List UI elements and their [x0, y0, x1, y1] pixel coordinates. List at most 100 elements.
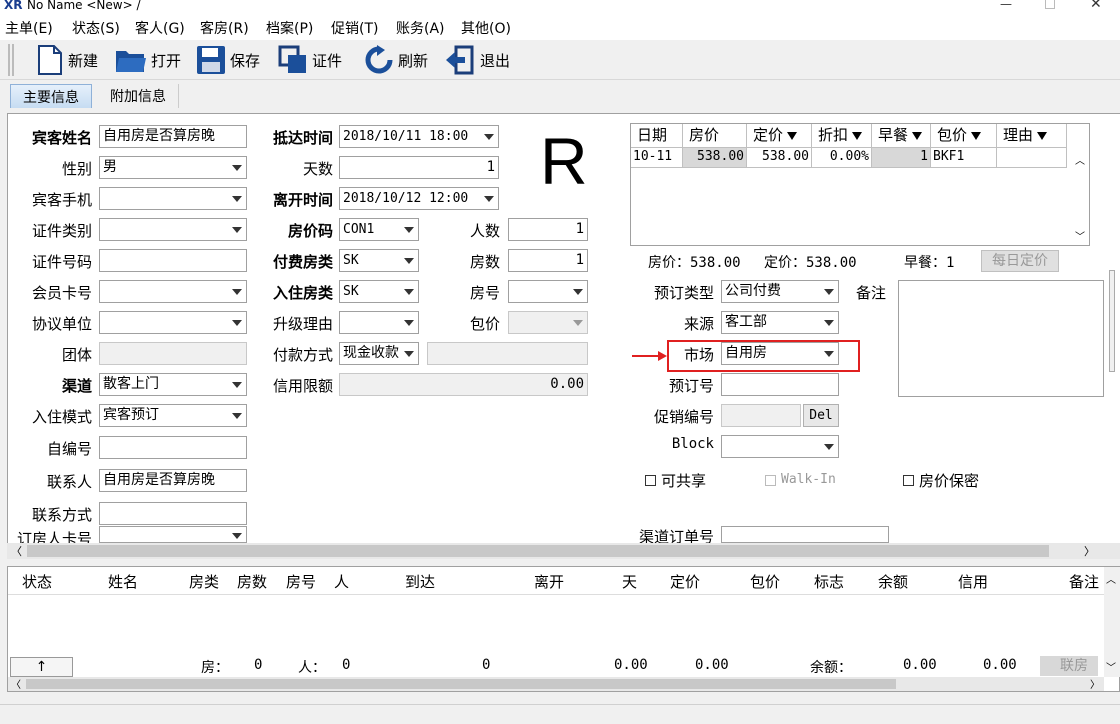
col-credit[interactable]: 信用: [958, 571, 988, 592]
days-input[interactable]: 1: [339, 156, 499, 179]
col-status[interactable]: 状态: [22, 571, 52, 592]
scroll-up-icon[interactable]: ︿: [1106, 571, 1116, 586]
scroll-thumb[interactable]: [26, 679, 896, 689]
grid-cell-discount[interactable]: 0.00%: [812, 148, 872, 168]
grid-header-discount[interactable]: 折扣: [812, 124, 872, 148]
departure-select[interactable]: 2018/10/12 12:00: [339, 187, 499, 210]
refresh-button[interactable]: 刷新: [364, 44, 428, 76]
upgrade-reason-select[interactable]: [339, 311, 419, 334]
rate-code-select[interactable]: CON1: [339, 218, 419, 241]
source-select[interactable]: 客工部: [721, 311, 839, 334]
scroll-thumb[interactable]: [27, 545, 1049, 557]
grid-cell-fixed-rate[interactable]: 538.00: [747, 148, 812, 168]
scroll-left-icon[interactable]: 〈: [11, 543, 22, 559]
contact-input[interactable]: 自用房是否算房晚: [99, 469, 247, 492]
daily-rate-button[interactable]: 每日定价: [981, 250, 1059, 272]
exit-button[interactable]: 退出: [444, 44, 510, 76]
booking-type-select[interactable]: 公司付费: [721, 280, 839, 303]
scroll-top-button[interactable]: ↑: [10, 657, 73, 677]
grid-cell-breakfast[interactable]: 1: [872, 148, 931, 168]
grid-cell-reason[interactable]: [997, 148, 1067, 168]
grid-header-rate[interactable]: 房价: [683, 124, 747, 148]
vertical-scroll-thumb[interactable]: [1109, 270, 1115, 372]
tab-extra-info[interactable]: 附加信息: [98, 84, 179, 108]
mobile-select[interactable]: [99, 187, 247, 210]
grid-header-fixed-rate[interactable]: 定价: [747, 124, 812, 148]
pay-room-type-select[interactable]: SK: [339, 249, 419, 272]
link-rooms-button[interactable]: 联房: [1040, 656, 1098, 676]
scroll-right-icon[interactable]: 〉: [1090, 676, 1100, 691]
booking-number-input[interactable]: [721, 373, 839, 396]
grid-scrollbar[interactable]: ︿ ﹀: [1071, 148, 1089, 245]
col-departure[interactable]: 离开: [534, 571, 564, 592]
menu-main[interactable]: 主单(E): [5, 18, 53, 38]
contact-method-input[interactable]: [99, 502, 247, 525]
menu-guest[interactable]: 客人(G): [135, 18, 185, 38]
col-room-count[interactable]: 房数: [237, 571, 267, 592]
checkin-mode-select[interactable]: 宾客预订: [99, 404, 247, 427]
grid-cell-date[interactable]: 10-11: [631, 148, 683, 168]
grid-header-package[interactable]: 包价: [931, 124, 997, 148]
form-horizontal-scrollbar[interactable]: 〈 〉: [7, 543, 1120, 559]
scroll-right-icon[interactable]: 〉: [1084, 543, 1095, 559]
col-flag[interactable]: 标志: [814, 571, 844, 592]
col-remark[interactable]: 备注: [1069, 571, 1099, 592]
rooms-input[interactable]: 1: [508, 249, 588, 272]
pay-method-select[interactable]: 现金收款: [339, 342, 419, 365]
scroll-down-icon[interactable]: ﹀: [1075, 228, 1085, 243]
delete-promo-button[interactable]: Del: [803, 404, 839, 427]
close-icon[interactable]: ✕: [1090, 0, 1102, 12]
grid-header-date[interactable]: 日期: [631, 124, 683, 148]
guest-name-input[interactable]: 自用房是否算房晚: [99, 125, 247, 148]
col-days[interactable]: 天: [622, 571, 637, 592]
menu-archive[interactable]: 档案(P): [266, 18, 313, 38]
menu-status[interactable]: 状态(S): [72, 18, 120, 38]
gender-select[interactable]: 男: [99, 156, 247, 179]
channel-select[interactable]: 散客上门: [99, 373, 247, 396]
certificate-button[interactable]: 证件: [278, 44, 342, 76]
booker-card-select[interactable]: [99, 526, 247, 543]
scroll-up-icon[interactable]: ︿: [1075, 152, 1085, 167]
col-room-type[interactable]: 房类: [189, 571, 219, 592]
col-arrival[interactable]: 到达: [405, 571, 435, 592]
market-select[interactable]: 自用房: [721, 342, 839, 365]
open-button[interactable]: 打开: [115, 44, 181, 76]
channel-order-input[interactable]: [721, 526, 889, 543]
scroll-down-icon[interactable]: ﹀: [1106, 659, 1116, 674]
col-room-number[interactable]: 房号: [286, 571, 316, 592]
list-vertical-scrollbar[interactable]: ︿ ﹀: [1104, 567, 1120, 677]
grid-header-reason[interactable]: 理由: [997, 124, 1067, 148]
maximize-icon[interactable]: [1045, 0, 1055, 9]
menu-other[interactable]: 其他(O): [461, 18, 511, 38]
agreement-select[interactable]: [99, 311, 247, 334]
menu-accounts[interactable]: 账务(A): [396, 18, 445, 38]
shareable-checkbox[interactable]: [645, 475, 656, 486]
block-select[interactable]: [721, 435, 839, 458]
menu-room[interactable]: 客房(R): [200, 18, 249, 38]
grid-cell-rate[interactable]: 538.00: [683, 148, 747, 168]
member-card-select[interactable]: [99, 280, 247, 303]
remark-textarea[interactable]: [898, 280, 1104, 397]
id-type-select[interactable]: [99, 218, 247, 241]
col-name[interactable]: 姓名: [108, 571, 138, 592]
room-type-select[interactable]: SK: [339, 280, 419, 303]
persons-input[interactable]: 1: [508, 218, 588, 241]
scroll-left-icon[interactable]: 〈: [11, 676, 21, 691]
col-fixed-rate[interactable]: 定价: [670, 571, 700, 592]
self-number-input[interactable]: [99, 436, 247, 459]
save-button[interactable]: 保存: [196, 44, 260, 76]
col-balance[interactable]: 余额: [878, 571, 908, 592]
grid-cell-package[interactable]: BKF1: [931, 148, 997, 168]
col-persons[interactable]: 人: [334, 571, 349, 592]
rate-secret-checkbox[interactable]: [903, 475, 914, 486]
new-button[interactable]: 新建: [36, 44, 98, 76]
col-package[interactable]: 包价: [750, 571, 780, 592]
grid-header-breakfast[interactable]: 早餐: [872, 124, 931, 148]
list-horizontal-scrollbar[interactable]: 〈 〉: [8, 677, 1104, 691]
room-number-select[interactable]: [508, 280, 588, 303]
id-number-input[interactable]: [99, 249, 247, 272]
tab-main-info[interactable]: 主要信息: [10, 84, 92, 108]
menu-promotion[interactable]: 促销(T): [331, 18, 378, 38]
arrival-select[interactable]: 2018/10/11 18:00: [339, 125, 499, 148]
minimize-icon[interactable]: —: [1000, 0, 1012, 11]
